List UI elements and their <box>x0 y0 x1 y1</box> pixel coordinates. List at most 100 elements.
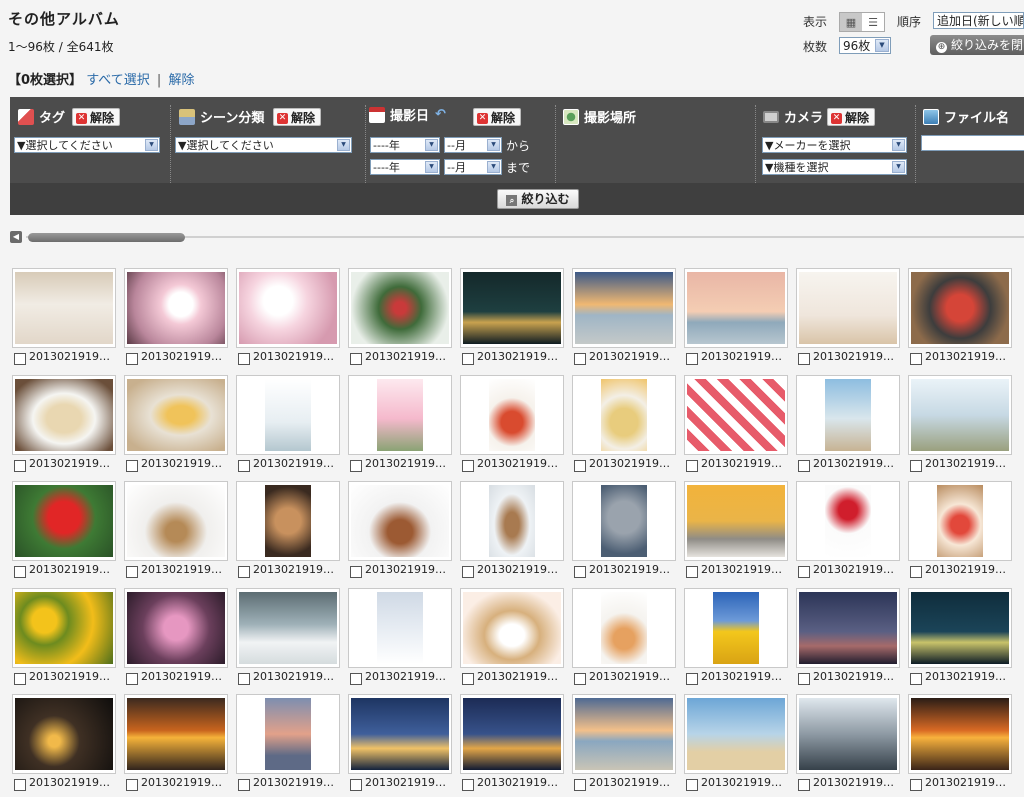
photo-thumbnail[interactable] <box>12 481 116 561</box>
photo-thumbnail[interactable] <box>124 481 228 561</box>
photo-tile[interactable]: 2013021919… <box>124 268 228 368</box>
photo-checkbox[interactable] <box>14 673 26 685</box>
photo-tile[interactable]: 2013021919… <box>236 268 340 368</box>
photo-checkbox[interactable] <box>350 673 362 685</box>
photo-tile[interactable]: 2013021919… <box>460 694 564 794</box>
photo-checkbox[interactable] <box>14 460 26 472</box>
photo-checkbox[interactable] <box>686 353 698 365</box>
photo-tile[interactable]: 2013021919… <box>12 481 116 581</box>
photo-thumbnail[interactable] <box>572 588 676 668</box>
photo-checkbox[interactable] <box>686 566 698 578</box>
photo-checkbox[interactable] <box>686 673 698 685</box>
photo-thumbnail[interactable] <box>12 694 116 774</box>
photo-checkbox[interactable] <box>910 673 922 685</box>
photo-checkbox[interactable] <box>350 353 362 365</box>
photo-checkbox[interactable] <box>14 353 26 365</box>
select-all-link[interactable]: すべて選択 <box>86 73 150 88</box>
photo-tile[interactable]: 2013021919… <box>796 268 900 368</box>
photo-tile[interactable]: 2013021919… <box>236 481 340 581</box>
photo-tile[interactable]: 2013021919… <box>348 588 452 688</box>
scene-clear-button[interactable]: ✕ 解除 <box>273 108 322 126</box>
count-select[interactable]: 96枚 ▼ <box>839 37 891 54</box>
photo-thumbnail[interactable] <box>796 375 900 455</box>
photo-checkbox[interactable] <box>798 353 810 365</box>
photo-checkbox[interactable] <box>462 673 474 685</box>
photo-checkbox[interactable] <box>798 460 810 472</box>
photo-thumbnail[interactable] <box>348 268 452 348</box>
photo-checkbox[interactable] <box>910 779 922 791</box>
photo-thumbnail[interactable] <box>572 694 676 774</box>
to-year-select[interactable]: ----年 ▼ <box>370 159 440 175</box>
photo-thumbnail[interactable] <box>908 268 1012 348</box>
photo-thumbnail[interactable] <box>236 694 340 774</box>
from-month-select[interactable]: --月 ▼ <box>444 137 502 153</box>
photo-checkbox[interactable] <box>462 353 474 365</box>
photo-tile[interactable]: 2013021919… <box>908 375 1012 475</box>
photo-checkbox[interactable] <box>910 353 922 365</box>
photo-tile[interactable]: 2013021919… <box>12 694 116 794</box>
photo-tile[interactable]: 2013021919… <box>460 375 564 475</box>
photo-thumbnail[interactable] <box>12 268 116 348</box>
scene-select[interactable]: ▼選択してください ▼ <box>175 137 352 153</box>
photo-thumbnail[interactable] <box>236 481 340 561</box>
photo-checkbox[interactable] <box>126 566 138 578</box>
photo-thumbnail[interactable] <box>796 588 900 668</box>
photo-tile[interactable]: 2013021919… <box>348 268 452 368</box>
photo-checkbox[interactable] <box>126 460 138 472</box>
photo-thumbnail[interactable] <box>796 268 900 348</box>
photo-thumbnail[interactable] <box>236 588 340 668</box>
photo-thumbnail[interactable] <box>348 588 452 668</box>
photo-tile[interactable]: 2013021919… <box>684 268 788 368</box>
photo-tile[interactable]: 2013021919… <box>348 694 452 794</box>
photo-checkbox[interactable] <box>14 566 26 578</box>
photo-thumbnail[interactable] <box>572 268 676 348</box>
photo-checkbox[interactable] <box>238 673 250 685</box>
photo-tile[interactable]: 2013021919… <box>908 268 1012 368</box>
photo-tile[interactable]: 2013021919… <box>460 481 564 581</box>
photo-tile[interactable]: 2013021919… <box>124 481 228 581</box>
photo-tile[interactable]: 2013021919… <box>684 481 788 581</box>
photo-thumbnail[interactable] <box>348 481 452 561</box>
photo-tile[interactable]: 2013021919… <box>124 375 228 475</box>
photo-tile[interactable]: 2013021919… <box>12 375 116 475</box>
photo-checkbox[interactable] <box>574 566 586 578</box>
photo-tile[interactable]: 2013021919… <box>684 375 788 475</box>
photo-checkbox[interactable] <box>574 779 586 791</box>
photo-checkbox[interactable] <box>686 460 698 472</box>
photo-checkbox[interactable] <box>574 673 586 685</box>
photo-tile[interactable]: 2013021919… <box>572 268 676 368</box>
photo-thumbnail[interactable] <box>684 588 788 668</box>
filename-input[interactable] <box>921 135 1024 151</box>
photo-tile[interactable]: 2013021919… <box>236 694 340 794</box>
photo-tile[interactable]: 2013021919… <box>572 694 676 794</box>
undo-icon[interactable]: ↶ <box>435 107 446 122</box>
photo-thumbnail[interactable] <box>124 588 228 668</box>
photo-thumbnail[interactable] <box>460 588 564 668</box>
photo-checkbox[interactable] <box>126 353 138 365</box>
photo-checkbox[interactable] <box>126 779 138 791</box>
photo-checkbox[interactable] <box>462 460 474 472</box>
photo-checkbox[interactable] <box>238 779 250 791</box>
photo-checkbox[interactable] <box>238 353 250 365</box>
photo-tile[interactable]: 2013021919… <box>572 375 676 475</box>
photo-checkbox[interactable] <box>350 460 362 472</box>
photo-tile[interactable]: 2013021919… <box>684 694 788 794</box>
list-view-icon[interactable]: ☰ <box>862 13 884 31</box>
photo-checkbox[interactable] <box>238 566 250 578</box>
photo-checkbox[interactable] <box>238 460 250 472</box>
photo-checkbox[interactable] <box>910 566 922 578</box>
photo-checkbox[interactable] <box>798 673 810 685</box>
grid-view-icon[interactable]: ▦ <box>840 13 862 31</box>
photo-tile[interactable]: 2013021919… <box>460 588 564 688</box>
maker-select[interactable]: ▼メーカーを選択 ▼ <box>762 137 907 153</box>
photo-checkbox[interactable] <box>126 673 138 685</box>
photo-thumbnail[interactable] <box>908 588 1012 668</box>
photo-checkbox[interactable] <box>462 779 474 791</box>
photo-checkbox[interactable] <box>350 779 362 791</box>
photo-thumbnail[interactable] <box>124 694 228 774</box>
photo-tile[interactable]: 2013021919… <box>348 375 452 475</box>
photo-tile[interactable]: 2013021919… <box>908 694 1012 794</box>
from-year-select[interactable]: ----年 ▼ <box>370 137 440 153</box>
tag-clear-button[interactable]: ✕ 解除 <box>72 108 121 126</box>
photo-thumbnail[interactable] <box>908 375 1012 455</box>
